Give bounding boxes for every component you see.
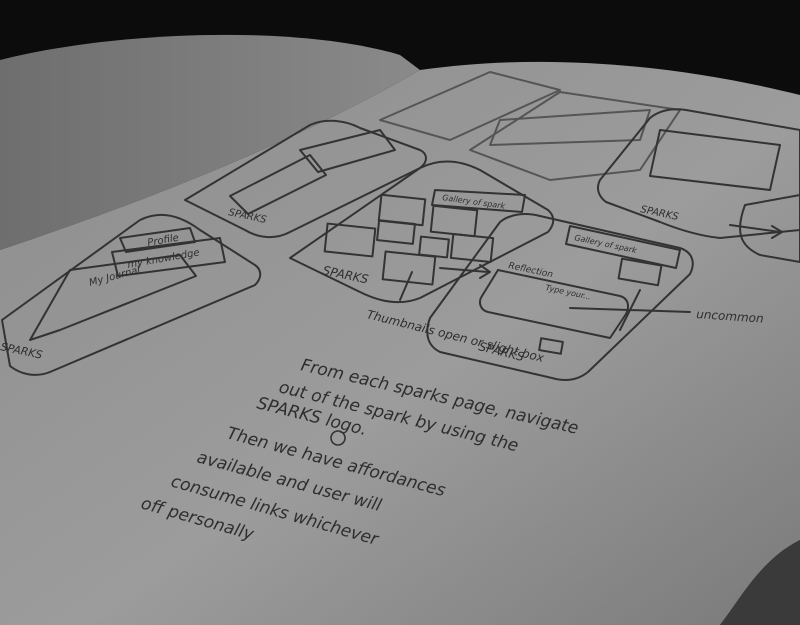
notebook-photo: Profile my knowledge My Journal SPARKS G… <box>0 0 800 625</box>
